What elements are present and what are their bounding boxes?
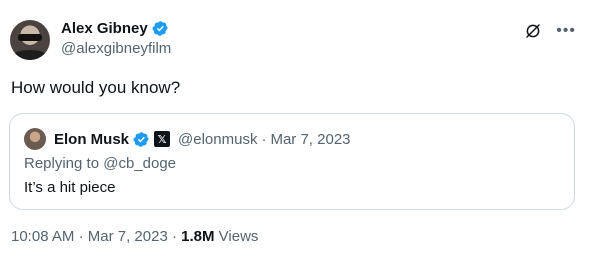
tweet-actions: •••	[524, 22, 576, 40]
author-name[interactable]: Alex Gibney	[61, 20, 148, 37]
more-icon[interactable]: •••	[556, 23, 576, 39]
quoted-tweet[interactable]: Elon Musk 𝕏 @elonmusk · Mar 7, 2023 Repl…	[9, 113, 575, 210]
quoted-separator: ·	[261, 130, 267, 148]
footer-separator: ·	[78, 228, 84, 245]
tweet-footer: 10:08 AM · Mar 7, 2023 · 1.8M Views	[11, 228, 258, 245]
x-affiliation-badge-icon: 𝕏	[154, 131, 171, 147]
author-name-row[interactable]: Alex Gibney	[61, 20, 169, 37]
quoted-author-name[interactable]: Elon Musk	[54, 131, 129, 148]
avatar-shirt	[12, 50, 48, 60]
quoted-handle[interactable]: @elonmusk	[178, 131, 257, 148]
views-count[interactable]: 1.8M	[181, 228, 214, 245]
quoted-date[interactable]: Mar 7, 2023	[270, 131, 350, 148]
footer-separator-2: ·	[171, 228, 177, 245]
quoted-header: Elon Musk 𝕏 @elonmusk · Mar 7, 2023	[24, 128, 351, 150]
author-handle[interactable]: @alexgibneyfilm	[61, 40, 171, 57]
tweet-date[interactable]: Mar 7, 2023	[88, 228, 168, 245]
verified-badge-icon	[152, 21, 168, 36]
replying-to-prefix: Replying to	[24, 155, 100, 172]
avatar-glasses	[18, 34, 42, 41]
grok-icon[interactable]	[524, 22, 542, 40]
verified-badge-icon	[133, 131, 149, 147]
quoted-text: It’s a hit piece	[24, 179, 116, 196]
replying-to-handle[interactable]: @cb_doge	[103, 155, 176, 172]
quoted-replying-to: Replying to @cb_doge	[24, 155, 176, 172]
quoted-avatar[interactable]	[24, 128, 46, 150]
tweet-time[interactable]: 10:08 AM	[11, 228, 74, 245]
author-avatar[interactable]	[10, 20, 50, 60]
tweet-text: How would you know?	[11, 78, 181, 97]
views-label: Views	[218, 228, 259, 245]
